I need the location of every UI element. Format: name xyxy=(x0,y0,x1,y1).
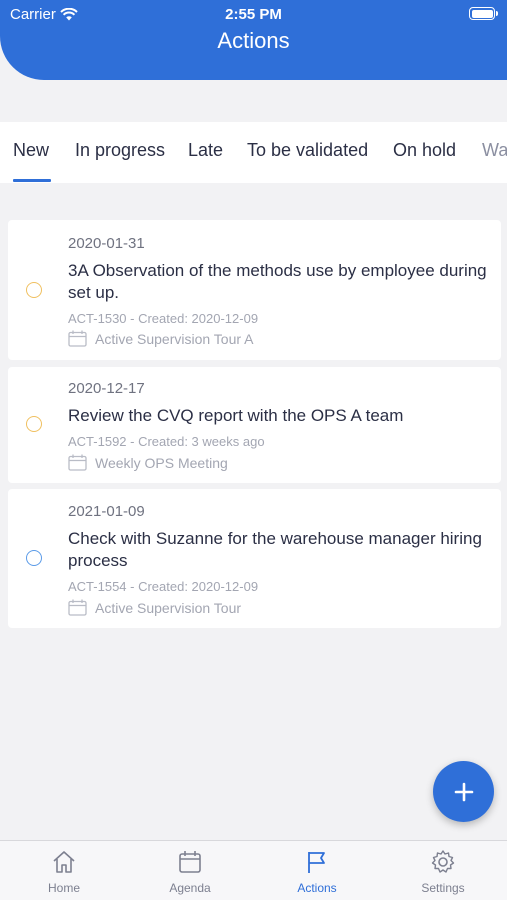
active-tab-indicator xyxy=(13,179,51,182)
nav-settings-label: Settings xyxy=(421,881,465,895)
action-event: Active Supervision Tour A xyxy=(68,330,254,347)
nav-home-label: Home xyxy=(47,881,80,895)
nav-home[interactable]: Home xyxy=(14,849,114,895)
app-header: Carrier 2:55 PM Actions xyxy=(0,0,507,80)
status-radio[interactable] xyxy=(26,282,42,298)
calendar-icon xyxy=(68,599,87,616)
tab-late[interactable]: Late xyxy=(188,140,223,161)
status-tabs: New In progress Late To be validated On … xyxy=(0,122,507,183)
calendar-icon xyxy=(68,454,87,471)
tab-to-be-validated[interactable]: To be validated xyxy=(247,140,368,161)
status-radio[interactable] xyxy=(26,416,42,432)
flag-icon xyxy=(308,852,325,873)
action-card[interactable]: 2021-01-09 Check with Suzanne for the wa… xyxy=(8,489,501,628)
action-event-label: Active Supervision Tour xyxy=(95,599,242,616)
nav-settings[interactable]: Settings xyxy=(393,849,493,895)
gear-icon xyxy=(431,850,455,873)
action-title: 3A Observation of the methods use by emp… xyxy=(68,261,487,302)
tab-new[interactable]: New xyxy=(13,140,49,161)
nav-actions[interactable]: Actions xyxy=(267,849,367,895)
tab-waiting[interactable]: Wa xyxy=(482,140,507,161)
bottom-tab-bar: Home Agenda Actions Settings xyxy=(0,840,507,900)
action-meta: ACT-1530 - Created: 2020-12-09 xyxy=(68,311,259,326)
status-time: 2:55 PM xyxy=(225,6,282,23)
page-title: Actions xyxy=(217,28,290,53)
action-event-label: Weekly OPS Meeting xyxy=(95,454,228,471)
nav-agenda-label: Agenda xyxy=(169,881,211,895)
battery-icon xyxy=(469,7,498,20)
action-date: 2020-12-17 xyxy=(68,380,145,397)
status-bar: Carrier 2:55 PM xyxy=(0,0,507,28)
action-event: Active Supervision Tour xyxy=(68,599,241,616)
action-title: Check with Suzanne for the warehouse man… xyxy=(68,529,482,570)
action-meta: ACT-1554 - Created: 2020-12-09 xyxy=(68,579,259,594)
action-date: 2020-01-31 xyxy=(68,235,145,252)
action-card[interactable]: 2020-01-31 3A Observation of the methods… xyxy=(8,220,501,360)
calendar-icon xyxy=(68,330,87,347)
action-event: Weekly OPS Meeting xyxy=(68,454,228,471)
action-event-label: Active Supervision Tour A xyxy=(95,330,254,347)
nav-actions-label: Actions xyxy=(297,881,337,895)
add-action-button[interactable] xyxy=(433,761,494,822)
action-card[interactable]: 2020-12-17 Review the CVQ report with th… xyxy=(8,367,501,483)
action-date: 2021-01-09 xyxy=(68,503,145,520)
status-radio[interactable] xyxy=(26,550,42,566)
action-meta: ACT-1592 - Created: 3 weeks ago xyxy=(68,434,265,449)
action-title: Review the CVQ report with the OPS A tea… xyxy=(68,406,404,425)
tab-in-progress[interactable]: In progress xyxy=(75,140,165,161)
tab-on-hold[interactable]: On hold xyxy=(393,140,456,161)
nav-agenda[interactable]: Agenda xyxy=(140,849,240,895)
home-icon xyxy=(53,851,75,873)
calendar-icon xyxy=(179,851,201,873)
plus-icon xyxy=(454,782,473,801)
